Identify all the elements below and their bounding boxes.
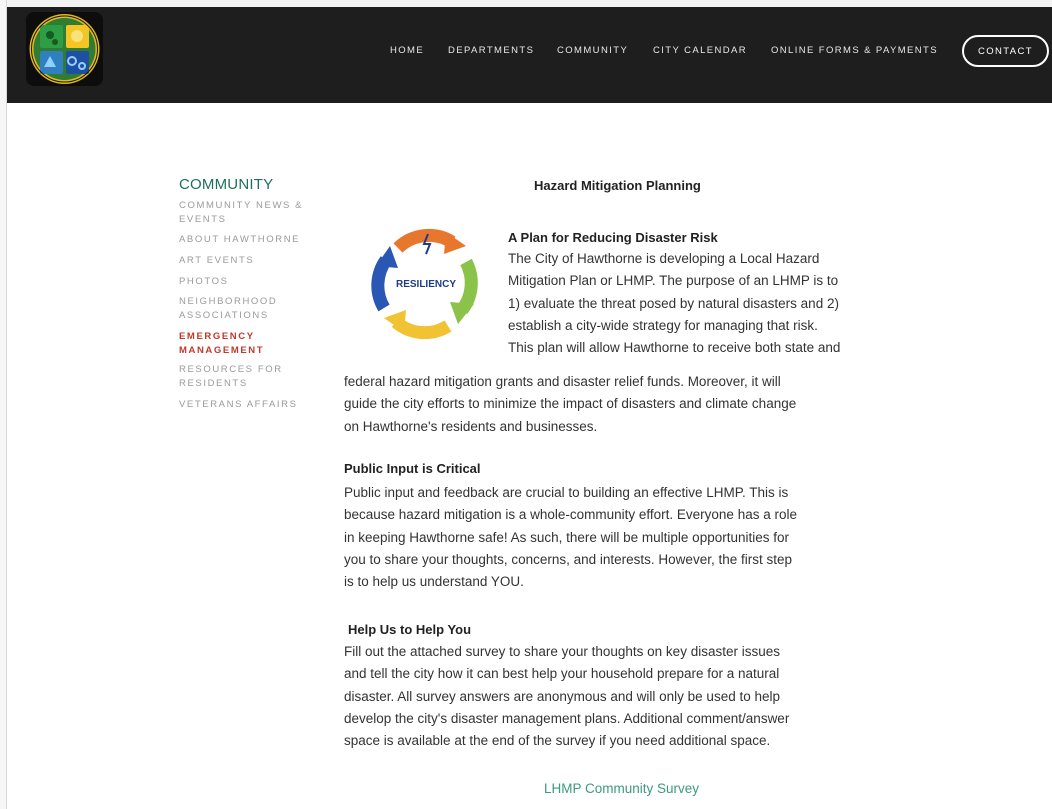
paragraph-line: Mitigation Plan or LHMP. The purpose of … [508,273,839,289]
sidebar-item-label: RESOURCES FOR [179,364,283,375]
sidebar-item-label: ART EVENTS [179,255,255,266]
sidebar-item-label: NEIGHBORHOOD [179,296,278,307]
nav-departments[interactable]: DEPARTMENTS [448,45,534,56]
site-header: HOME DEPARTMENTS COMMUNITY CITY CALENDAR… [7,7,1052,103]
page-title: Hazard Mitigation Planning [534,178,701,193]
sidebar-item-label: VETERANS AFFAIRS [179,399,298,410]
section-heading-plan: A Plan for Reducing Disaster Risk [508,230,718,245]
nav-community[interactable]: COMMUNITY [557,45,628,56]
sidebar-item-label: EVENTS [179,213,227,225]
sidebar-item-emergency-management[interactable]: EMERGENCY MANAGEMENT [179,330,319,357]
plan-paragraph-wrapped: The City of Hawthorne is developing a Lo… [508,248,840,359]
main-nav: HOME DEPARTMENTS COMMUNITY CITY CALENDAR… [7,45,1052,59]
sidebar-item-label: RESIDENTS [179,377,248,389]
paragraph-line: disaster. All survey answers are anonymo… [344,688,780,704]
resiliency-cycle-image: RESILIENCY [366,222,486,342]
resiliency-cycle-icon: RESILIENCY [371,228,478,340]
lhmp-survey-link[interactable]: LHMP Community Survey [544,781,699,796]
sidebar-item-resources-for-residents[interactable]: RESOURCES FOR RESIDENTS [179,363,319,390]
help-us-paragraph: Fill out the attached survey to share yo… [344,641,789,752]
nav-online-forms-payments[interactable]: ONLINE FORMS & PAYMENTS [771,45,938,56]
nav-home[interactable]: HOME [390,45,424,56]
section-heading-public-input: Public Input is Critical [344,461,481,476]
paragraph-line: you to share your thoughts, concerns, an… [344,551,792,567]
paragraph-line: Public input and feedback are crucial to… [344,485,789,500]
nav-city-calendar[interactable]: CITY CALENDAR [653,45,747,56]
paragraph-line: develop the city's disaster management p… [344,710,790,726]
sidebar-title[interactable]: COMMUNITY [179,176,273,193]
sidebar-item-community-news-events[interactable]: COMMUNITY NEWS & EVENTS [179,199,319,226]
paragraph-line: federal hazard mitigation grants and dis… [344,374,781,389]
paragraph-line: guide the city efforts to minimize the i… [344,396,797,412]
section-heading-help-us: Help Us to Help You [348,622,472,637]
sidebar-item-veterans-affairs[interactable]: VETERANS AFFAIRS [179,398,319,412]
public-input-paragraph: Public input and feedback are crucial to… [344,482,797,593]
sidebar-item-label: COMMUNITY NEWS & [179,200,304,211]
resiliency-label: RESILIENCY [396,279,456,290]
sidebar-item-label: MANAGEMENT [179,344,265,356]
sidebar-item-about-hawthorne[interactable]: ABOUT HAWTHORNE [179,233,319,247]
paragraph-line: Fill out the attached survey to share yo… [344,644,780,659]
sidebar-item-label: PHOTOS [179,276,229,287]
paragraph-line: The City of Hawthorne is developing a Lo… [508,251,820,266]
paragraph-line: establish a city-wide strategy for manag… [508,317,818,333]
contact-button[interactable]: CONTACT [962,35,1049,67]
sidebar-item-photos[interactable]: PHOTOS [179,275,319,289]
paragraph-line: 1) evaluate the threat posed by natural … [508,295,839,311]
sidebar-item-art-events[interactable]: ART EVENTS [179,254,319,268]
window-left-edge [0,0,7,809]
paragraph-line: because hazard mitigation is a whole-com… [344,507,797,523]
sidebar-item-label: EMERGENCY [179,331,255,342]
sidebar-item-label: ABOUT HAWTHORNE [179,234,301,245]
paragraph-line: on Hawthorne's residents and businesses. [344,418,598,434]
paragraph-line: space is available at the end of the sur… [344,733,771,749]
window-top-edge [0,0,1052,7]
paragraph-line: and tell the city how it can best help y… [344,666,780,682]
sidebar-item-label: ASSOCIATIONS [179,309,269,321]
paragraph-line: This plan will allow Hawthorne to receiv… [508,340,841,356]
paragraph-line: is to help us understand YOU. [344,574,524,590]
plan-paragraph-full: federal hazard mitigation grants and dis… [344,371,796,438]
sidebar-item-neighborhood-associations[interactable]: NEIGHBORHOOD ASSOCIATIONS [179,295,319,322]
paragraph-line: in keeping Hawthorne safe! As such, ther… [344,529,789,545]
